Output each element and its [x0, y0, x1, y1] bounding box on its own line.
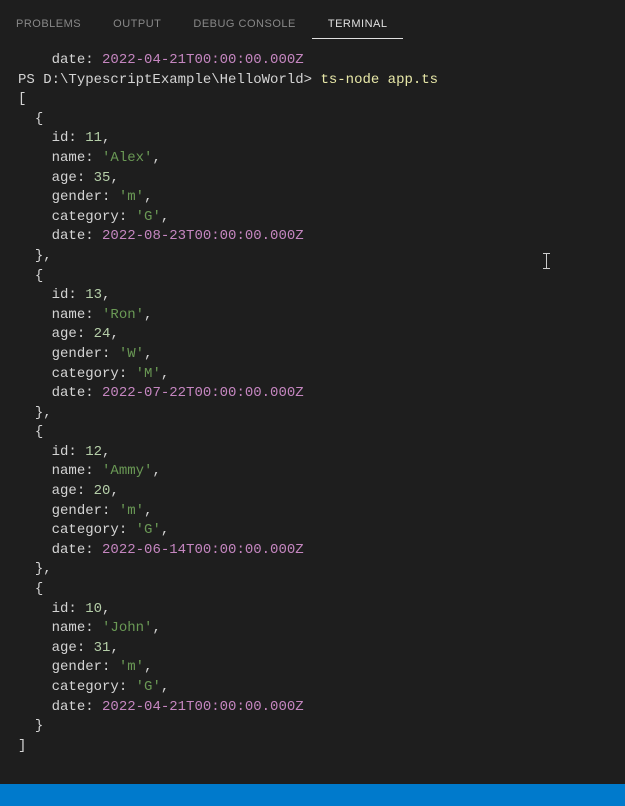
object-close: },: [18, 404, 607, 424]
panel-tabs: PROBLEMS OUTPUT DEBUG CONSOLE TERMINAL: [0, 0, 625, 39]
object-row: id: 10,: [18, 600, 607, 620]
tab-debug-console[interactable]: DEBUG CONSOLE: [177, 10, 311, 39]
object-row: category: 'M',: [18, 365, 607, 385]
object-close: }: [18, 717, 607, 737]
object-row: date: 2022-08-23T00:00:00.000Z: [18, 227, 607, 247]
object-row: age: 31,: [18, 639, 607, 659]
object-row: id: 12,: [18, 443, 607, 463]
object-row: category: 'G',: [18, 208, 607, 228]
object-row: date: 2022-07-22T00:00:00.000Z: [18, 384, 607, 404]
object-row: gender: 'W',: [18, 345, 607, 365]
object-row: category: 'G',: [18, 678, 607, 698]
object-row: date: 2022-04-21T00:00:00.000Z: [18, 698, 607, 718]
object-open: {: [18, 580, 607, 600]
object-row: id: 13,: [18, 286, 607, 306]
object-row: category: 'G',: [18, 521, 607, 541]
status-bar[interactable]: [0, 784, 625, 806]
object-row: date: 2022-06-14T00:00:00.000Z: [18, 541, 607, 561]
key-date: date: [52, 52, 86, 68]
terminal-output[interactable]: date: 2022-04-21T00:00:00.000Z PS D:\Typ…: [0, 39, 625, 768]
prompt-command: ts-node app.ts: [320, 72, 438, 88]
array-close: ]: [18, 737, 607, 757]
object-row: gender: 'm',: [18, 188, 607, 208]
tab-problems[interactable]: PROBLEMS: [0, 10, 97, 39]
tab-terminal[interactable]: TERMINAL: [312, 10, 404, 39]
prompt-prefix: PS: [18, 72, 43, 88]
object-row: age: 35,: [18, 169, 607, 189]
object-row: gender: 'm',: [18, 658, 607, 678]
prompt-line: PS D:\TypescriptExample\HelloWorld> ts-n…: [18, 71, 607, 91]
object-open: {: [18, 267, 607, 287]
object-close: },: [18, 560, 607, 580]
prompt-path: D:\TypescriptExample\HelloWorld>: [43, 72, 312, 88]
object-row: id: 11,: [18, 129, 607, 149]
object-row: name: 'Ron',: [18, 306, 607, 326]
object-row: name: 'Alex',: [18, 149, 607, 169]
object-row: gender: 'm',: [18, 502, 607, 522]
object-close: },: [18, 247, 607, 267]
object-row: age: 24,: [18, 325, 607, 345]
value-date: 2022-04-21T00:00:00.000Z: [102, 52, 304, 68]
object-row: name: 'Ammy',: [18, 462, 607, 482]
output-line: date: 2022-04-21T00:00:00.000Z: [18, 51, 607, 71]
array-open: [: [18, 90, 607, 110]
object-row: name: 'John',: [18, 619, 607, 639]
object-open: {: [18, 423, 607, 443]
object-open: {: [18, 110, 607, 130]
object-row: age: 20,: [18, 482, 607, 502]
tab-output[interactable]: OUTPUT: [97, 10, 177, 39]
